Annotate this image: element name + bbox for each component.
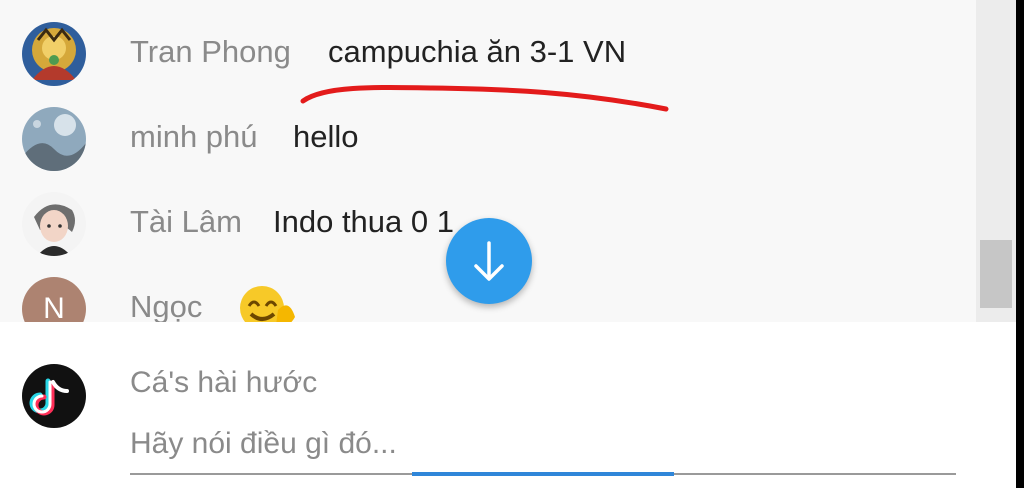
chat-message: minh phú hello — [0, 107, 976, 187]
scroll-to-bottom-button[interactable] — [446, 218, 532, 304]
vertical-scrollbar[interactable] — [976, 0, 1016, 322]
gold-ornament-avatar[interactable] — [22, 22, 86, 86]
scrollbar-thumb[interactable] — [980, 240, 1012, 308]
chat-username: minh phú — [130, 119, 258, 154]
chat-message-text: hello — [293, 119, 359, 154]
live-chat-panel: Tran Phong campuchia ăn 3-1 VN minh phú … — [0, 0, 1016, 488]
chat-message-list[interactable]: Tran Phong campuchia ăn 3-1 VN minh phú … — [0, 0, 976, 322]
tiktok-logo-avatar[interactable] — [22, 364, 86, 428]
chat-message-text: Indo thua 0 1 — [273, 204, 454, 239]
chat-message-input[interactable] — [130, 422, 956, 466]
chat-username: Tran Phong — [130, 34, 291, 69]
chat-username: Tài Lâm — [130, 204, 242, 239]
arrow-down-icon — [474, 241, 504, 281]
chat-username: Ngọc — [130, 289, 203, 322]
smiling-face-emoji — [237, 283, 301, 322]
chat-message: Tran Phong campuchia ăn 3-1 VN — [0, 22, 976, 112]
chat-message-text: campuchia ăn 3-1 VN — [328, 34, 627, 69]
composer-username: Cá's hài hước — [130, 366, 318, 399]
chat-composer: Cá's hài hước — [0, 322, 1016, 488]
input-focus-indicator — [412, 472, 674, 476]
anime-boy-avatar[interactable] — [22, 192, 86, 256]
initial-avatar[interactable]: N — [22, 277, 86, 322]
blue-gray-photo-avatar[interactable] — [22, 107, 86, 171]
